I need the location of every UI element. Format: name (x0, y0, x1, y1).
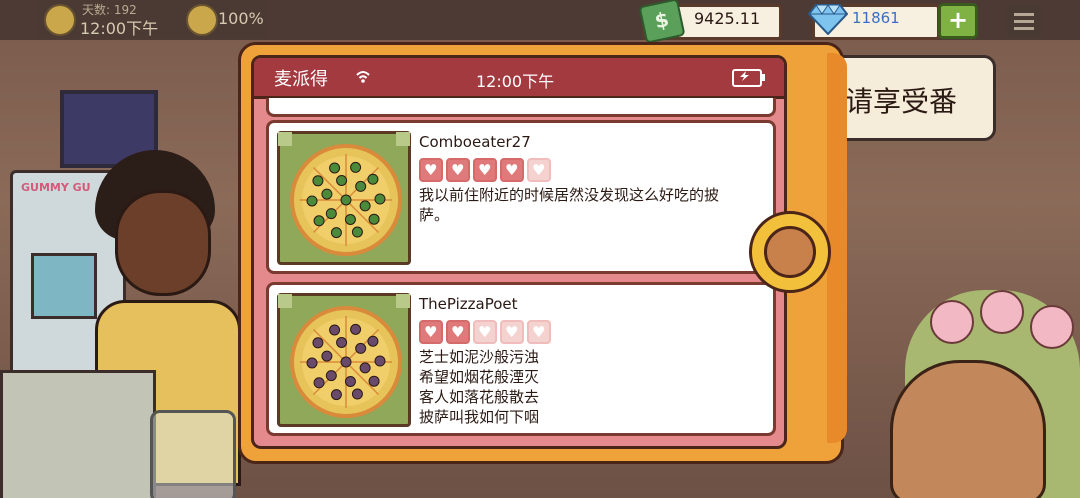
arcade-screen (31, 253, 97, 319)
wifi-icon (356, 71, 370, 83)
flower-icon (1030, 305, 1074, 349)
pizza-image (290, 306, 402, 418)
phone-home-button[interactable] (749, 211, 831, 293)
arcade-sign: GUMMY GU (21, 181, 91, 194)
review-text: 我以前住附近的时候居然没发现这么好吃的披 萨。 (419, 186, 720, 224)
happiness-rating: 100% (218, 9, 264, 28)
phone-status-bar: 麦派得 12:00下午 (254, 58, 784, 99)
sun-icon (44, 4, 76, 36)
phone-clock: 12:00下午 (476, 72, 555, 91)
review-card: ThePizzaPoet 芝士如泥沙般污浊 希望如烟花般湮灭 客人如落花般散去 … (266, 282, 776, 436)
previous-review-edge (266, 98, 776, 117)
heart-icon (419, 158, 443, 182)
customer-head (115, 190, 211, 296)
heart-icon (500, 158, 524, 182)
add-gems-button[interactable]: + (938, 3, 978, 39)
shop-cat (890, 360, 1046, 498)
heart-icon (473, 320, 497, 344)
menu-icon (1014, 20, 1034, 23)
menu-icon (1014, 27, 1034, 30)
heart-icon (419, 320, 443, 344)
flower-icon (980, 290, 1024, 334)
heart-icon (500, 320, 524, 344)
pizza-photo (277, 131, 411, 265)
review-card: Comboeater27 我以前住附近的时候居然没发现这么好吃的披 萨。 (266, 120, 776, 274)
phone-overlay: 麦派得 12:00下午 Comboeater27 我以前住附 (238, 42, 847, 464)
cash-value: 9425.11 (694, 9, 761, 28)
cash-register (0, 370, 156, 498)
welcome-banner: 请享受番 (830, 55, 996, 141)
banner-text: 请享受番 (845, 85, 958, 118)
battery-icon (732, 69, 765, 87)
heart-icon (446, 320, 470, 344)
reviewer-name: Comboeater27 (419, 133, 531, 151)
reviewer-name: ThePizzaPoet (419, 295, 518, 313)
game-clock: 12:00下午 (80, 19, 159, 38)
tip-jar (150, 410, 236, 498)
heart-icon (527, 320, 551, 344)
heart-icon (527, 158, 551, 182)
flower-icon (930, 300, 974, 344)
heart-rating (419, 158, 551, 182)
review-text: 芝士如泥沙般污浊 希望如烟花般湮灭 客人如落花般散去 披萨叫我如何下咽 (419, 348, 540, 426)
menu-button[interactable] (1006, 4, 1042, 38)
pizza-photo (277, 293, 411, 427)
app-title: 麦派得 (274, 69, 328, 90)
heart-icon (473, 158, 497, 182)
heart-rating (419, 320, 551, 344)
happiness-icon (186, 4, 218, 36)
gem-value: 11861 (852, 9, 900, 27)
diamond-icon (808, 4, 848, 35)
charging-icon (740, 71, 749, 81)
pizza-image (290, 144, 402, 256)
review-feed[interactable]: Comboeater27 我以前住附近的时候居然没发现这么好吃的披 萨。 The… (264, 98, 776, 442)
phone-screen: 麦派得 12:00下午 Comboeater27 我以前住附 (251, 55, 787, 449)
menu-icon (1014, 13, 1034, 16)
heart-icon (446, 158, 470, 182)
